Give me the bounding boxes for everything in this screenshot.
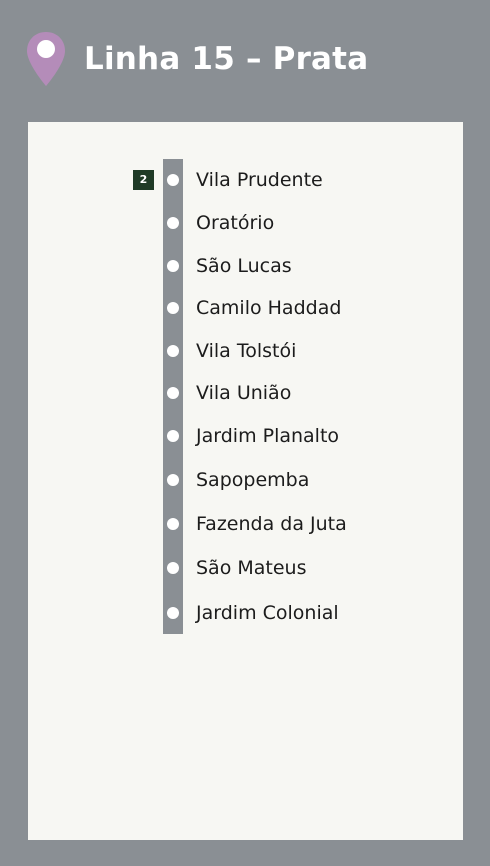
station-item[interactable]: Oratório <box>0 208 490 238</box>
station-name: Vila Tolstói <box>196 340 297 362</box>
header-bar: Linha 15 – Prata <box>0 0 490 122</box>
station-name: Camilo Haddad <box>196 297 342 319</box>
station-name: Vila União <box>196 382 292 404</box>
station-item[interactable]: Jardim Colonial <box>0 598 490 628</box>
station-item[interactable]: São Lucas <box>0 251 490 281</box>
station-name: São Mateus <box>196 557 307 579</box>
station-item[interactable]: Vila União <box>0 378 490 408</box>
station-dot-icon <box>167 345 179 357</box>
station-dot-icon <box>167 474 179 486</box>
station-dot-icon <box>167 217 179 229</box>
station-dot-icon <box>167 607 179 619</box>
line-2-connection-badge: 2 <box>133 170 154 190</box>
line-title: Linha 15 – Prata <box>84 41 369 77</box>
station-dot-icon <box>167 562 179 574</box>
station-dot-icon <box>167 518 179 530</box>
station-dot-icon <box>167 387 179 399</box>
station-name: Vila Prudente <box>196 169 323 191</box>
station-item[interactable]: Camilo Haddad <box>0 293 490 323</box>
station-item[interactable]: Sapopemba <box>0 465 490 495</box>
station-name: Jardim Colonial <box>196 602 339 624</box>
station-name: Sapopemba <box>196 469 310 491</box>
station-item[interactable]: São Mateus <box>0 553 490 583</box>
station-item[interactable]: Jardim Planalto <box>0 421 490 451</box>
station-name: Fazenda da Juta <box>196 513 347 535</box>
station-dot-icon <box>167 302 179 314</box>
station-item[interactable]: 2 Vila Prudente <box>0 165 490 195</box>
station-dot-icon <box>167 430 179 442</box>
station-name: Jardim Planalto <box>196 425 340 447</box>
location-pin-icon <box>27 32 65 86</box>
station-item[interactable]: Fazenda da Juta <box>0 509 490 539</box>
station-name: São Lucas <box>196 255 292 277</box>
station-dot-icon <box>167 260 179 272</box>
station-name: Oratório <box>196 212 275 234</box>
station-dot-icon <box>167 174 179 186</box>
station-item[interactable]: Vila Tolstói <box>0 336 490 366</box>
